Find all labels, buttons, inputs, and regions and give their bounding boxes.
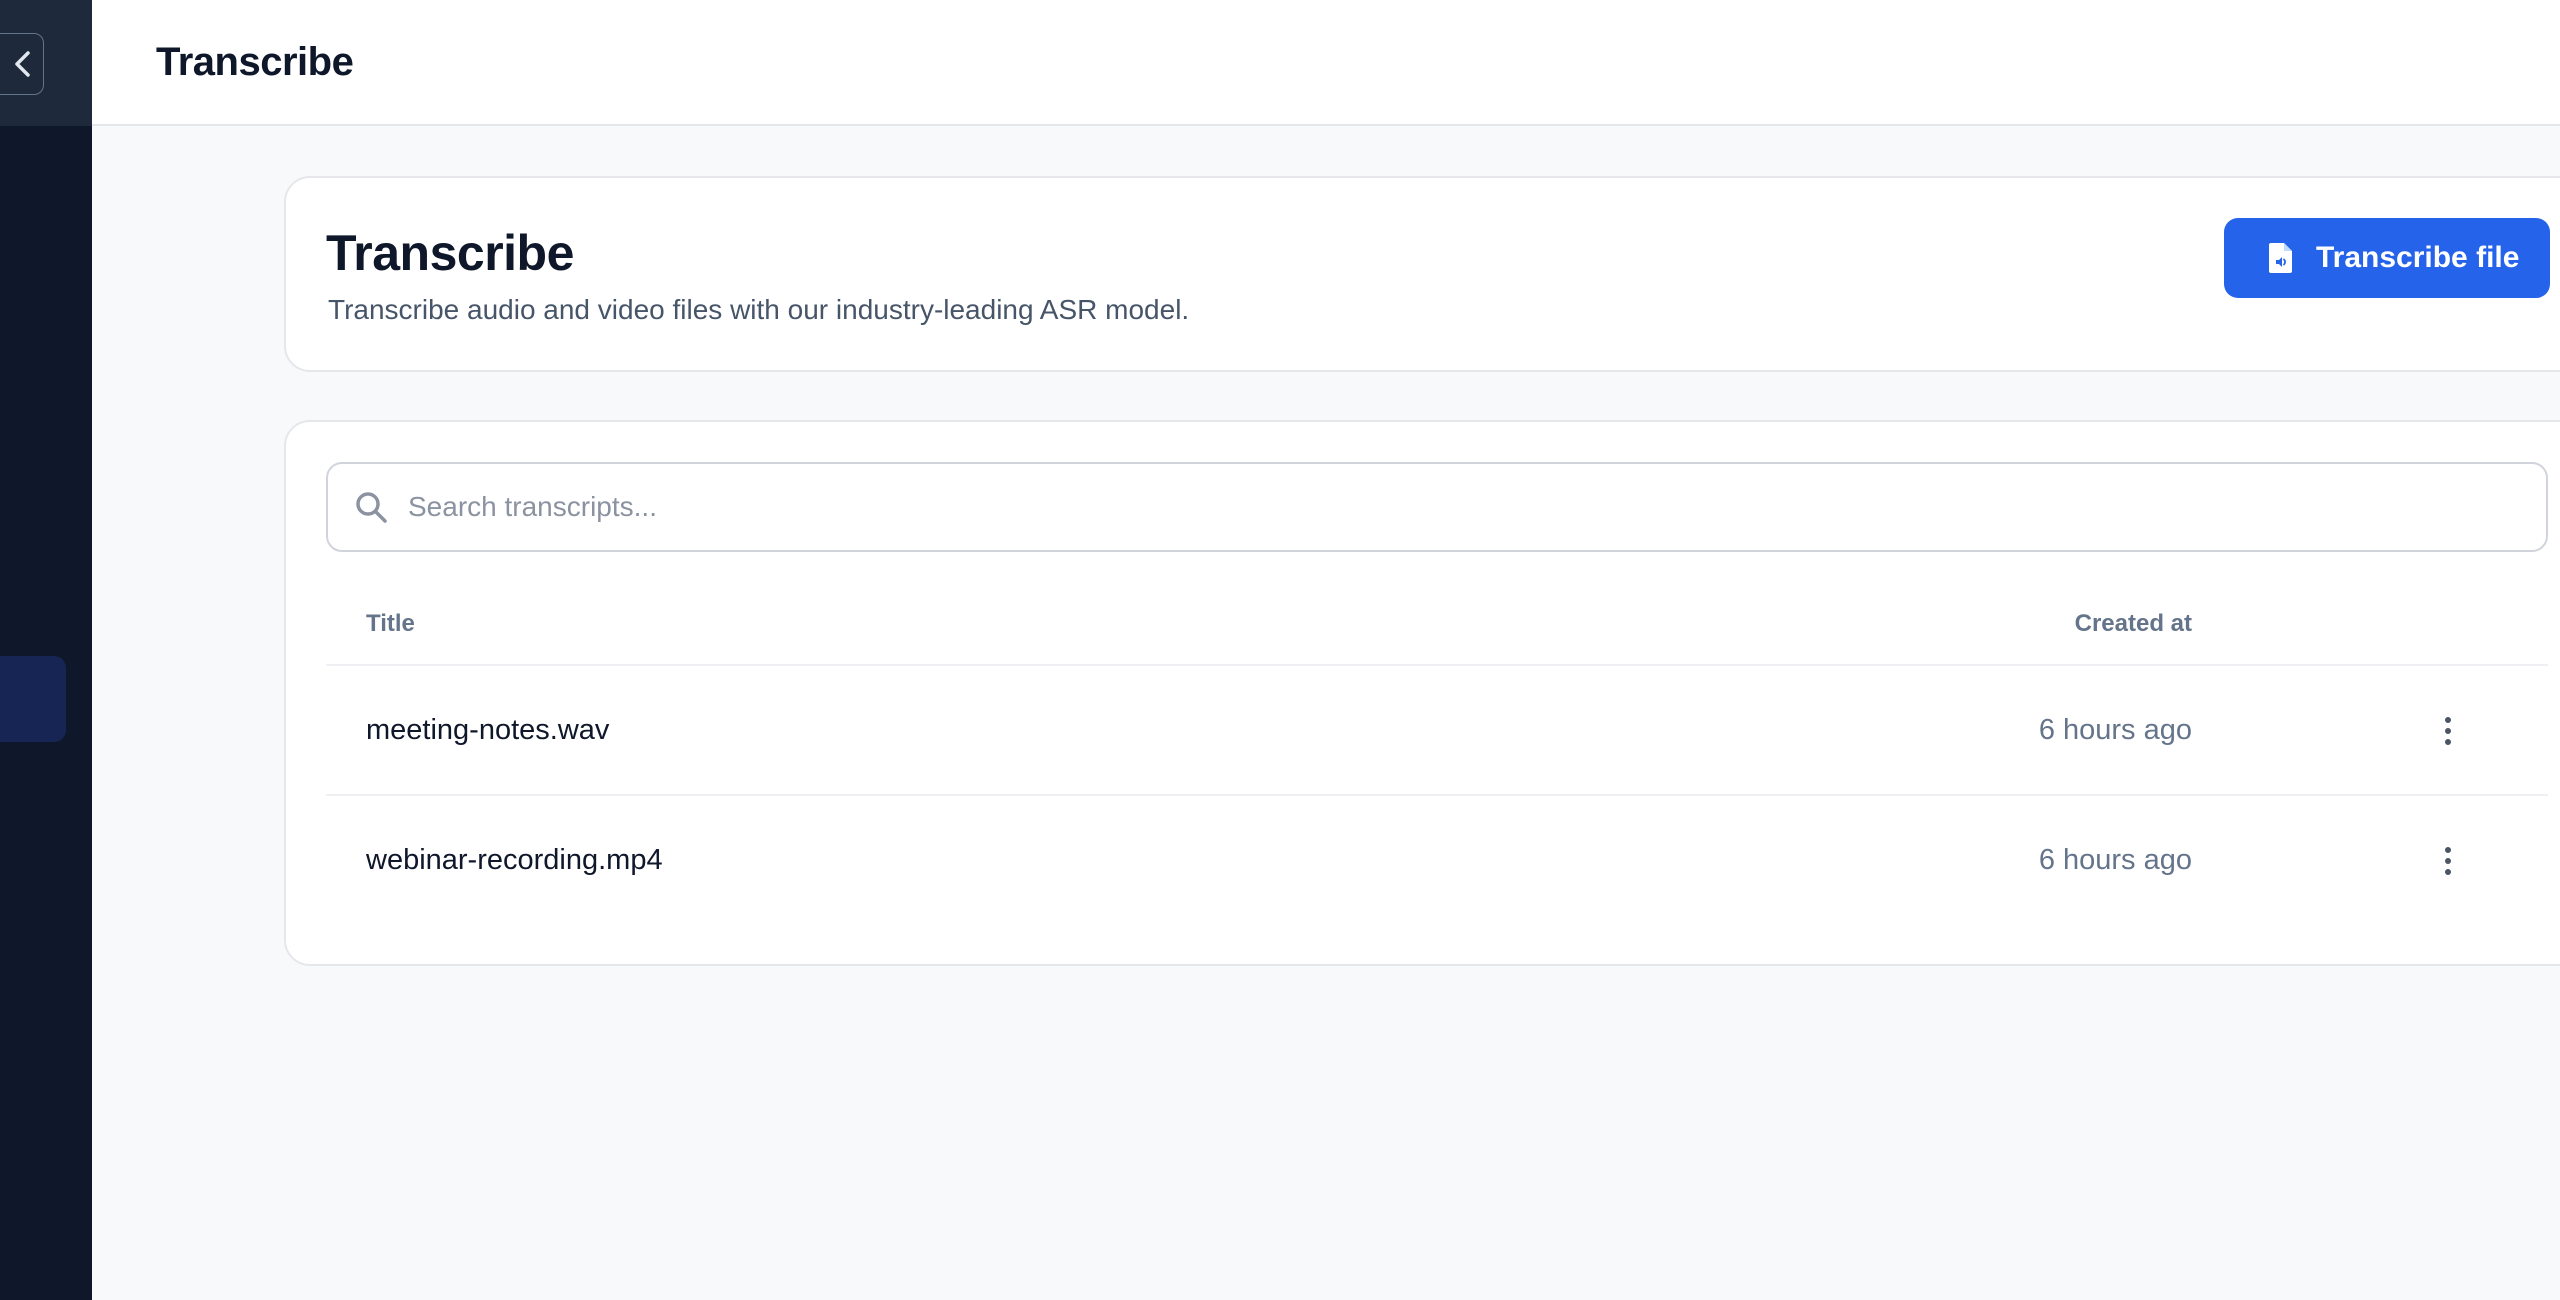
column-header-title[interactable]: Title bbox=[366, 610, 415, 638]
section-title: Transcribe bbox=[326, 225, 574, 281]
topbar: Transcribe bbox=[92, 0, 2560, 126]
transcripts-card: Title Created at meeting-notes.wav 6 hou… bbox=[284, 420, 2560, 966]
column-header-created-at[interactable]: Created at bbox=[2075, 610, 2192, 638]
sidebar bbox=[0, 0, 92, 1300]
sidebar-item-active[interactable] bbox=[0, 656, 66, 742]
collapse-sidebar-button[interactable] bbox=[0, 33, 44, 95]
more-vertical-icon bbox=[2445, 717, 2451, 745]
transcript-title[interactable]: meeting-notes.wav bbox=[366, 714, 609, 747]
chevron-left-icon bbox=[15, 51, 30, 77]
transcribe-file-label: Transcribe file bbox=[2316, 241, 2520, 274]
search-icon bbox=[354, 490, 390, 531]
more-vertical-icon bbox=[2445, 847, 2451, 875]
section-description: Transcribe audio and video files with ou… bbox=[328, 294, 1190, 325]
transcripts-table: Title Created at meeting-notes.wav 6 hou… bbox=[326, 582, 2548, 926]
row-menu-button[interactable] bbox=[2426, 836, 2470, 886]
sidebar-header bbox=[0, 0, 92, 126]
transcribe-file-button[interactable]: Transcribe file bbox=[2224, 218, 2550, 298]
transcript-title[interactable]: webinar-recording.mp4 bbox=[366, 844, 663, 877]
page-title: Transcribe bbox=[156, 40, 354, 84]
row-menu-button[interactable] bbox=[2426, 706, 2470, 756]
file-audio-icon bbox=[2269, 243, 2292, 273]
transcript-created-at: 6 hours ago bbox=[2038, 714, 2192, 746]
table-row[interactable]: meeting-notes.wav 6 hours ago bbox=[326, 666, 2548, 796]
search-input[interactable] bbox=[408, 464, 2508, 550]
table-header: Title Created at bbox=[326, 582, 2548, 666]
table-row[interactable]: webinar-recording.mp4 6 hours ago bbox=[326, 796, 2548, 926]
header-card: Transcribe Transcribe audio and video fi… bbox=[284, 176, 2560, 372]
search-box[interactable] bbox=[326, 462, 2548, 552]
transcript-created-at: 6 hours ago bbox=[2038, 844, 2192, 876]
